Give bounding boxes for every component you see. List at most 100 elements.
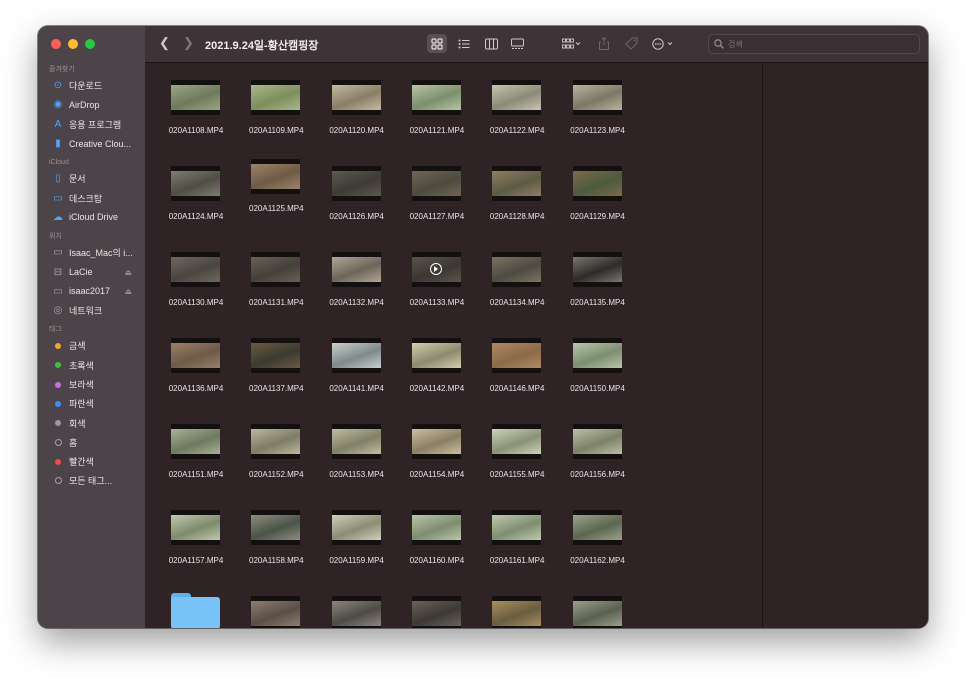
video-thumbnail xyxy=(572,338,622,373)
search-field[interactable]: 검색 xyxy=(708,34,920,54)
window-title: 2021.9.24일-황산캠핑장 xyxy=(205,40,319,52)
eject-icon[interactable]: ⏏ xyxy=(124,287,132,296)
file-item[interactable]: 020A1129.MP4 xyxy=(558,157,638,243)
file-item[interactable]: 020A1135.MP4 xyxy=(558,243,638,329)
video-thumbnail xyxy=(331,252,381,287)
grid-icon xyxy=(431,37,443,50)
file-item[interactable]: 020A1109.MP4 xyxy=(236,71,316,157)
sidebar-item[interactable]: 금색 xyxy=(38,336,145,355)
file-item[interactable] xyxy=(236,587,316,628)
file-item[interactable]: 020A1162.MP4 xyxy=(558,501,638,587)
sidebar-item[interactable]: 보라색 xyxy=(38,375,145,394)
minimize-window-button[interactable] xyxy=(68,39,78,49)
file-item[interactable] xyxy=(397,587,477,628)
sidebar-item-label: 데스크탑 xyxy=(69,193,103,204)
sidebar-item[interactable]: ⊙ 다운로드 xyxy=(38,76,145,95)
forward-button[interactable]: ❯ xyxy=(183,35,194,51)
file-item[interactable]: 020A1131.MP4 xyxy=(236,243,316,329)
file-name: 020A1158.MP4 xyxy=(249,556,304,565)
file-item[interactable]: 020A1153.MP4 xyxy=(317,415,397,501)
file-item[interactable]: 020A1142.MP4 xyxy=(397,329,477,415)
file-item[interactable]: 020A1108.MP4 xyxy=(156,71,236,157)
video-thumbnail xyxy=(171,80,220,115)
file-item[interactable]: 020A1121.MP4 xyxy=(397,71,477,157)
sidebar-item[interactable]: ◉ AirDrop xyxy=(38,95,145,114)
file-item[interactable]: 020A1122.MP4 xyxy=(477,71,557,157)
tag-button[interactable] xyxy=(622,34,640,53)
file-item[interactable]: 020A1159.MP4 xyxy=(317,501,397,587)
file-item[interactable]: 020A1137.MP4 xyxy=(236,329,316,415)
sidebar-item[interactable]: ⊟ LaCie ⏏ xyxy=(38,262,145,281)
file-item[interactable]: 020A1124.MP4 xyxy=(156,157,236,243)
sidebar-item[interactable]: 모든 태그... xyxy=(38,471,145,490)
share-icon xyxy=(599,37,609,50)
file-item[interactable]: 020A1160.MP4 xyxy=(397,501,477,587)
video-thumbnail xyxy=(331,338,381,373)
group-button[interactable] xyxy=(559,34,585,53)
search-icon xyxy=(714,39,724,49)
icon-view-button[interactable] xyxy=(427,34,447,53)
drive-icon: ⊟ xyxy=(53,266,63,278)
file-item[interactable]: 020A1130.MP4 xyxy=(156,243,236,329)
file-item[interactable] xyxy=(477,587,557,628)
file-item[interactable]: 020A1161.MP4 xyxy=(477,501,557,587)
file-item[interactable]: 020A1157.MP4 xyxy=(156,501,236,587)
video-thumbnail xyxy=(492,252,542,287)
file-item[interactable]: 020A1120.MP4 xyxy=(317,71,397,157)
sidebar-item-label: 다운로드 xyxy=(69,81,103,92)
file-item[interactable]: 020A1158.MP4 xyxy=(236,501,316,587)
sidebar-item-label: 파란색 xyxy=(69,399,94,410)
video-thumbnail xyxy=(331,80,381,115)
file-item[interactable] xyxy=(317,587,397,628)
play-icon[interactable] xyxy=(429,263,442,275)
video-thumbnail xyxy=(492,166,542,201)
tag-color-icon xyxy=(51,420,65,427)
close-window-button[interactable] xyxy=(51,39,61,49)
sidebar-item[interactable]: 홈 xyxy=(38,433,145,452)
file-item[interactable] xyxy=(558,587,638,628)
share-button[interactable] xyxy=(596,34,612,53)
sidebar-item[interactable]: 회색 xyxy=(38,413,145,432)
file-item[interactable]: 020A1150.MP4 xyxy=(558,329,638,415)
column-view-button[interactable] xyxy=(481,34,501,53)
file-item[interactable]: 020A1128.MP4 xyxy=(477,157,557,243)
file-item[interactable]: 020A1134.MP4 xyxy=(477,243,557,329)
file-item[interactable]: 020A1155.MP4 xyxy=(477,415,557,501)
folder-item[interactable] xyxy=(156,587,236,628)
sidebar-item[interactable]: A 응용 프로그램 xyxy=(38,115,145,134)
file-item[interactable]: 020A1152.MP4 xyxy=(236,415,316,501)
sidebar-item[interactable]: 파란색 xyxy=(38,394,145,413)
sidebar-item[interactable]: 초록색 xyxy=(38,356,145,375)
file-item[interactable]: 020A1125.MP4 xyxy=(236,157,316,243)
file-item[interactable]: 020A1133.MP4 xyxy=(397,243,477,329)
list-view-button[interactable] xyxy=(454,34,474,53)
zoom-window-button[interactable] xyxy=(85,39,95,49)
tag-color-icon xyxy=(51,362,65,369)
sidebar-item[interactable]: ▭ isaac2017 ⏏ xyxy=(38,282,145,301)
file-name: 020A1152.MP4 xyxy=(249,470,304,479)
back-button[interactable]: ❮ xyxy=(159,35,170,51)
sidebar-item[interactable]: ◎ 네트워크 xyxy=(38,301,145,320)
action-menu-button[interactable] xyxy=(650,34,678,53)
sidebar-item[interactable]: ▯ 문서 xyxy=(38,169,145,188)
sidebar-item[interactable]: ▭ Isaac_Mac의 i... xyxy=(38,243,145,262)
eject-icon[interactable]: ⏏ xyxy=(124,268,132,277)
file-grid-area: 020A1108.MP4 020A1109.MP4 020A1120.MP4 020A… xyxy=(145,63,761,628)
file-item[interactable]: 020A1136.MP4 xyxy=(156,329,236,415)
file-item[interactable]: 020A1141.MP4 xyxy=(317,329,397,415)
sidebar-item[interactable]: ▮ Creative Clou... xyxy=(38,134,145,153)
file-item[interactable]: 020A1156.MP4 xyxy=(558,415,638,501)
sidebar-item[interactable]: ▭ 데스크탑 xyxy=(38,188,145,207)
sidebar-item[interactable]: 빨간색 xyxy=(38,452,145,471)
file-item[interactable]: 020A1146.MP4 xyxy=(477,329,557,415)
file-item[interactable]: 020A1127.MP4 xyxy=(397,157,477,243)
file-item[interactable]: 020A1151.MP4 xyxy=(156,415,236,501)
file-item[interactable]: 020A1132.MP4 xyxy=(317,243,397,329)
video-thumbnail xyxy=(251,596,301,628)
file-item[interactable]: 020A1154.MP4 xyxy=(397,415,477,501)
file-item[interactable]: 020A1123.MP4 xyxy=(558,71,638,157)
file-name: 020A1134.MP4 xyxy=(489,298,545,307)
gallery-view-button[interactable] xyxy=(507,34,527,53)
file-item[interactable]: 020A1126.MP4 xyxy=(317,157,397,243)
sidebar-item[interactable]: ☁ iCloud Drive xyxy=(38,208,145,227)
